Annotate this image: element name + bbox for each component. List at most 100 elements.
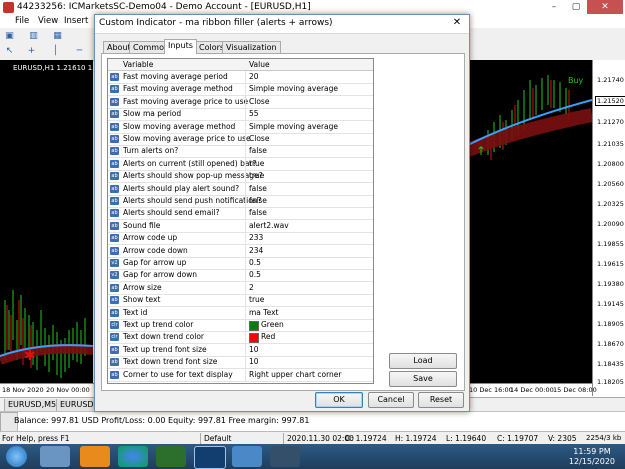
- param-value[interactable]: 233: [249, 232, 263, 244]
- param-value[interactable]: true: [249, 294, 264, 306]
- param-value[interactable]: 10: [249, 344, 259, 356]
- terminal-panel: Balance: 997.81 USD Profit/Loss: 0.00 Eq…: [0, 411, 625, 433]
- param-value[interactable]: 55: [249, 108, 259, 120]
- param-value[interactable]: Red: [261, 331, 275, 343]
- table-row[interactable]: ab Slow ma period 55: [108, 108, 373, 122]
- param-value[interactable]: 10: [249, 356, 259, 368]
- table-row[interactable]: v2 Gap for arrow down 0.5: [108, 269, 373, 283]
- table-row[interactable]: ab Corner to use for text display Right up…: [108, 368, 373, 382]
- param-name: Sound file: [123, 220, 161, 230]
- clock-time: 11:59 PM: [573, 447, 611, 456]
- table-row[interactable]: ab Arrow size 2: [108, 281, 373, 295]
- table-row[interactable]: ab Show text true: [108, 294, 373, 308]
- param-value[interactable]: 2: [249, 282, 254, 294]
- vertical-line-icon[interactable]: │: [50, 46, 61, 57]
- param-value[interactable]: 0.5: [249, 257, 261, 269]
- status-profile[interactable]: Default: [204, 434, 231, 443]
- menu-insert[interactable]: Insert: [64, 16, 88, 26]
- param-value[interactable]: 20: [249, 71, 259, 83]
- price-label: 1.19380: [597, 280, 624, 288]
- param-value[interactable]: ma Text: [249, 307, 278, 319]
- table-row[interactable]: ab Alerts on current (still opened) bar? t…: [108, 157, 373, 171]
- terminal-taskbar-icon[interactable]: [270, 446, 300, 467]
- table-row[interactable]: ab Arrow code down 234: [108, 244, 373, 258]
- param-value[interactable]: alert2.wav: [249, 220, 289, 232]
- table-row[interactable]: ab Sound file alert2.wav: [108, 219, 373, 233]
- table-row[interactable]: ab Alerts should send push notification? f…: [108, 195, 373, 208]
- dialog-close-button[interactable]: ✕: [450, 17, 464, 30]
- save-button[interactable]: Save: [389, 371, 457, 387]
- start-button[interactable]: [6, 446, 27, 467]
- table-row[interactable]: ab Arrow code up 233: [108, 232, 373, 246]
- image-viewer-taskbar-icon[interactable]: [232, 446, 262, 467]
- tab-inputs[interactable]: Inputs: [164, 39, 197, 54]
- param-value[interactable]: false: [249, 207, 267, 219]
- table-row[interactable]: ab Text id ma Text: [108, 306, 373, 320]
- table-row[interactable]: ab Slow moving average method Simple movin…: [108, 120, 373, 134]
- table-row[interactable]: ab Text down trend font size 10: [108, 356, 373, 370]
- table-row[interactable]: ab Fast moving average method Simple movin…: [108, 83, 373, 97]
- cursor-icon[interactable]: ↖: [4, 46, 15, 57]
- param-value[interactable]: true: [249, 170, 264, 182]
- param-type-icon: ab: [110, 234, 119, 243]
- param-value[interactable]: false: [249, 145, 267, 157]
- param-type-icon: ab: [110, 197, 119, 205]
- dialog-title-bar: Custom Indicator - ma ribbon filler (ale…: [95, 15, 469, 34]
- chrome-taskbar-icon[interactable]: [118, 446, 148, 467]
- menu-view[interactable]: View: [38, 16, 58, 26]
- close-button[interactable]: ✕: [587, 0, 623, 14]
- param-type-icon: ab: [110, 283, 119, 292]
- time-label: 15 Dec 08:00: [553, 386, 597, 394]
- color-swatch[interactable]: [249, 321, 259, 331]
- param-value[interactable]: Green: [261, 319, 284, 331]
- table-row[interactable]: ab Turn alerts on? false: [108, 145, 373, 159]
- vlc-taskbar-icon[interactable]: [80, 446, 110, 467]
- metatrader-taskbar-icon[interactable]: [194, 446, 226, 469]
- table-row[interactable]: ab Alerts should play alert sound? false: [108, 182, 373, 196]
- table-row[interactable]: ab Alerts should show pop-up message? true: [108, 170, 373, 184]
- param-value[interactable]: false: [249, 183, 267, 195]
- table-row[interactable]: ab Fast moving average period 20: [108, 71, 373, 84]
- crosshair-icon[interactable]: +: [26, 46, 37, 57]
- param-value[interactable]: 0.5: [249, 269, 261, 281]
- taskbar-clock[interactable]: 11:59 PM 12/15/2020: [569, 447, 615, 467]
- ok-button[interactable]: OK: [315, 392, 363, 408]
- maximize-button[interactable]: ▢: [565, 0, 587, 14]
- param-value[interactable]: 234: [249, 245, 263, 257]
- new-chart-icon[interactable]: ▣: [4, 31, 15, 42]
- param-value[interactable]: Right upper chart corner: [249, 369, 342, 381]
- param-value[interactable]: Simple moving average: [249, 83, 338, 95]
- horizontal-line-icon[interactable]: ─: [74, 46, 85, 57]
- color-swatch[interactable]: [249, 333, 259, 344]
- table-row[interactable]: ab Text up trend font size 10: [108, 343, 373, 357]
- explorer-taskbar-icon[interactable]: [40, 446, 70, 467]
- chart-area-right[interactable]: ↑: [468, 60, 592, 396]
- param-name: Alerts should show pop-up message?: [123, 171, 263, 181]
- table-row[interactable]: ab Alerts should send email? false: [108, 207, 373, 221]
- chart-bars-icon[interactable]: ▥: [28, 31, 39, 42]
- param-name: Arrow code up: [123, 233, 178, 243]
- table-row[interactable]: ab Slow moving average price to use Close: [108, 133, 373, 146]
- minimize-button[interactable]: –: [543, 0, 565, 14]
- param-value[interactable]: true: [249, 158, 264, 170]
- reset-button[interactable]: Reset: [418, 392, 464, 408]
- table-row[interactable]: ab Fast moving average price to use Close: [108, 95, 373, 109]
- spreadsheet-taskbar-icon[interactable]: [156, 446, 186, 467]
- column-header-value[interactable]: Value: [249, 59, 270, 70]
- table-row[interactable]: clr Text up trend color Green: [108, 319, 373, 332]
- price-label: 1.18670: [597, 340, 624, 348]
- param-value[interactable]: Close: [249, 133, 269, 145]
- menu-file[interactable]: File: [15, 16, 29, 26]
- param-value[interactable]: Simple moving average: [249, 121, 338, 133]
- profiles-icon[interactable]: ▦: [52, 31, 63, 42]
- chart-area-left[interactable]: EURUSD,H1 1.21610 1.21690 ✱: [0, 60, 117, 396]
- table-row[interactable]: v2 Gap for arrow up 0.5: [108, 257, 373, 270]
- column-header-variable[interactable]: Variable: [123, 59, 153, 70]
- param-value[interactable]: Close: [249, 96, 269, 108]
- price-label: 1.19615: [597, 260, 624, 268]
- table-row[interactable]: clr Text down trend color Red: [108, 331, 373, 345]
- load-button[interactable]: Load: [389, 353, 457, 369]
- param-value[interactable]: false: [249, 195, 267, 207]
- balance-row[interactable]: Balance: 997.81 USD Profit/Loss: 0.00 Eq…: [14, 416, 309, 425]
- cancel-button[interactable]: Cancel: [368, 392, 414, 408]
